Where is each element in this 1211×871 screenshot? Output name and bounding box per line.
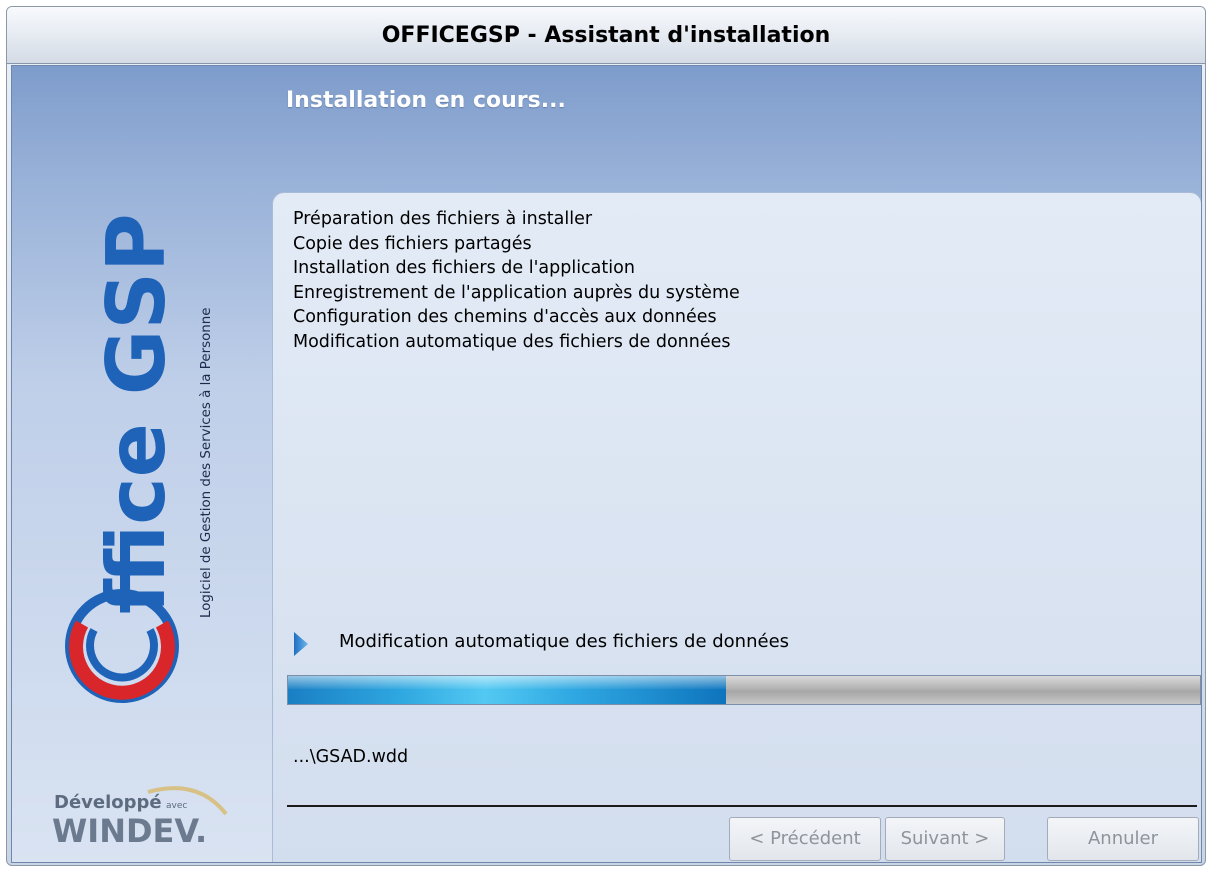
branding-panel: ffice GSP Logiciel de Gestion des Servic…: [12, 66, 270, 862]
windev-small: avec: [166, 801, 187, 811]
step-item: Installation des fichiers de l'applicati…: [293, 258, 635, 278]
windev-line1: Développé: [54, 792, 162, 813]
current-file-label: ...\GSAD.wdd: [293, 747, 409, 767]
step-list: Préparation des fichiers à installer Cop…: [293, 207, 740, 354]
content-panel: Préparation des fichiers à installer Cop…: [272, 192, 1201, 862]
next-button[interactable]: Suivant >: [885, 817, 1005, 861]
wizard-client-area: ffice GSP Logiciel de Gestion des Servic…: [11, 65, 1202, 863]
step-item: Configuration des chemins d'accès aux do…: [293, 307, 717, 327]
arrow-right-icon: [294, 632, 308, 656]
logo-text: ffice GSP: [90, 213, 183, 614]
previous-button-label: < Précédent: [749, 828, 861, 849]
step-item: Enregistrement de l'application auprès d…: [293, 282, 740, 303]
step-item: Modification automatique des fichiers de…: [293, 331, 731, 352]
step-item: Préparation des fichiers à installer: [293, 209, 593, 229]
step-item: Copie des fichiers partagés: [293, 233, 532, 254]
officegsp-logo: ffice GSP Logiciel de Gestion des Servic…: [65, 213, 214, 703]
cancel-button-label: Annuler: [1087, 828, 1158, 849]
progress-fill: [288, 676, 726, 704]
windev-logo: Développé avec WINDEV.: [52, 786, 228, 848]
title-bar[interactable]: OFFICEGSP - Assistant d'installation: [7, 7, 1205, 64]
next-button-label: Suivant >: [900, 828, 990, 849]
cancel-button[interactable]: Annuler: [1047, 817, 1199, 861]
page-title: Installation en cours...: [286, 88, 566, 113]
separator: [287, 805, 1197, 807]
window-title: OFFICEGSP - Assistant d'installation: [381, 23, 831, 48]
installer-window: OFFICEGSP - Assistant d'installation ffi…: [6, 6, 1206, 866]
windev-line2: WINDEV.: [52, 812, 207, 848]
logo-subtitle: Logiciel de Gestion des Services à la Pe…: [198, 308, 214, 619]
previous-button[interactable]: < Précédent: [729, 817, 881, 861]
progress-bar: [287, 675, 1201, 705]
current-step-label: Modification automatique des fichiers de…: [339, 631, 790, 652]
